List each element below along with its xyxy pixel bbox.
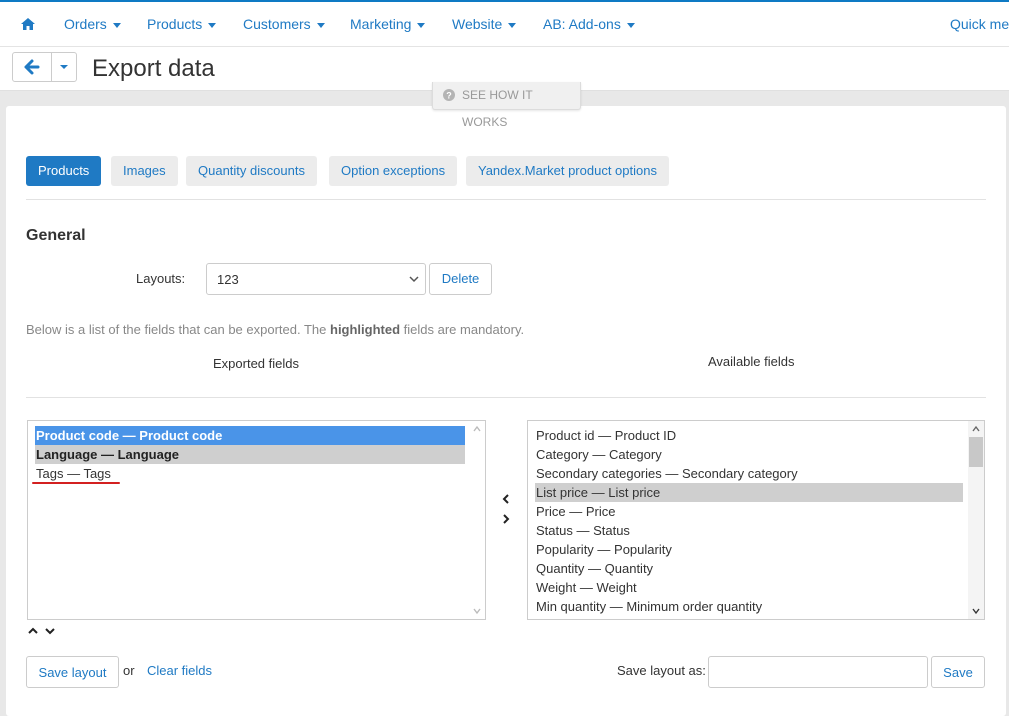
nav-website-label: Website xyxy=(452,16,503,32)
move-down-icon[interactable] xyxy=(44,625,56,637)
clear-fields-link[interactable]: Clear fields xyxy=(147,663,212,678)
chevron-down-icon xyxy=(316,22,325,28)
available-field-min-quantity[interactable]: Min quantity — Minimum order quantity xyxy=(535,597,762,616)
exported-field-language[interactable]: Language — Language xyxy=(35,445,465,464)
see-how-label: SEE HOW IT WORKS xyxy=(462,88,533,129)
divider xyxy=(26,397,986,398)
nav-orders-label: Orders xyxy=(64,16,107,32)
available-field-secondary-categories[interactable]: Secondary categories — Secondary categor… xyxy=(535,464,798,483)
history-dropdown-button[interactable] xyxy=(51,52,77,82)
chevron-down-icon xyxy=(208,22,217,28)
scroll-up-icon[interactable] xyxy=(972,425,980,433)
available-field-price[interactable]: Price — Price xyxy=(535,502,615,521)
scrollbar-thumb[interactable] xyxy=(969,437,983,467)
tab-products[interactable]: Products xyxy=(26,156,102,186)
layouts-select-value: 123 xyxy=(217,272,239,287)
exported-field-tags[interactable]: Tags — Tags xyxy=(35,464,111,483)
available-field-quantity[interactable]: Quantity — Quantity xyxy=(535,559,653,578)
divider xyxy=(26,199,986,200)
available-field-weight[interactable]: Weight — Weight xyxy=(535,578,637,597)
save-button[interactable]: Save xyxy=(931,656,985,688)
help-circle-icon: ? xyxy=(443,89,455,101)
save-layout-button[interactable]: Save layout xyxy=(26,656,119,688)
nav-products-label: Products xyxy=(147,16,203,32)
available-field-list-price[interactable]: List price — List price xyxy=(535,483,963,502)
home-icon[interactable] xyxy=(20,16,36,32)
hint-text-bold: highlighted xyxy=(330,322,401,337)
nav-quick-menu[interactable]: Quick menu xyxy=(950,16,1009,32)
nav-marketing[interactable]: Marketing xyxy=(350,16,426,32)
top-nav: Orders Products Customers Marketing Webs… xyxy=(0,0,1009,47)
tab-quantity-discounts[interactable]: Quantity discounts xyxy=(186,156,317,186)
chevron-down-icon xyxy=(508,22,517,28)
page-title: Export data xyxy=(92,55,215,82)
arrow-left-icon xyxy=(24,59,40,75)
exported-fields-label: Exported fields xyxy=(213,356,299,371)
scrollbar[interactable] xyxy=(968,421,984,619)
chevron-down-icon xyxy=(626,22,635,28)
tab-images[interactable]: Images xyxy=(111,156,178,186)
scroll-up-icon[interactable] xyxy=(473,425,481,433)
available-field-popularity[interactable]: Popularity — Popularity xyxy=(535,540,672,559)
nav-orders[interactable]: Orders xyxy=(64,16,121,32)
hint-text-end: fields are mandatory. xyxy=(400,322,525,337)
available-fields-list[interactable]: Product id — Product ID Category — Categ… xyxy=(527,420,985,620)
layouts-label: Layouts: xyxy=(136,271,186,286)
chevron-down-icon xyxy=(409,276,419,283)
scroll-down-icon[interactable] xyxy=(972,607,980,615)
move-up-icon[interactable] xyxy=(27,625,39,637)
available-field-category[interactable]: Category — Category xyxy=(535,445,662,464)
nav-addons-label: AB: Add-ons xyxy=(543,16,621,32)
available-fields-label: Available fields xyxy=(708,354,795,369)
exported-field-product-code[interactable]: Product code — Product code xyxy=(35,426,465,445)
scrollbar[interactable] xyxy=(469,421,485,619)
see-how-it-works-button[interactable]: ? SEE HOW IT WORKS xyxy=(432,82,581,129)
scroll-down-icon[interactable] xyxy=(473,607,481,615)
layouts-select[interactable]: 123 xyxy=(206,263,426,295)
move-right-icon[interactable] xyxy=(500,513,512,525)
section-heading: General xyxy=(26,227,86,244)
main-panel xyxy=(6,106,1006,716)
nav-marketing-label: Marketing xyxy=(350,16,412,32)
caret-down-icon xyxy=(60,65,68,69)
nav-products[interactable]: Products xyxy=(147,16,217,32)
move-left-icon[interactable] xyxy=(500,493,512,505)
save-layout-as-input[interactable] xyxy=(708,656,928,688)
exported-fields-list[interactable]: Product code — Product code Language — L… xyxy=(27,420,486,620)
nav-addons[interactable]: AB: Add-ons xyxy=(543,16,635,32)
tab-yandex-market[interactable]: Yandex.Market product options xyxy=(466,156,669,186)
chevron-down-icon xyxy=(112,22,121,28)
save-layout-as-label: Save layout as: xyxy=(617,663,706,678)
available-field-status[interactable]: Status — Status xyxy=(535,521,630,540)
mandatory-fields-hint: Below is a list of the fields that can b… xyxy=(26,322,524,337)
available-field-product-id[interactable]: Product id — Product ID xyxy=(535,426,676,445)
svg-text:?: ? xyxy=(446,91,452,101)
delete-layout-button[interactable]: Delete xyxy=(429,263,492,295)
tab-option-exceptions[interactable]: Option exceptions xyxy=(329,156,458,186)
chevron-down-icon xyxy=(417,22,426,28)
hint-text-start: Below is a list of the fields that can b… xyxy=(26,322,330,337)
back-button[interactable] xyxy=(12,52,52,82)
or-text: or xyxy=(123,663,135,678)
nav-customers[interactable]: Customers xyxy=(243,16,325,32)
nav-website[interactable]: Website xyxy=(452,16,517,32)
nav-customers-label: Customers xyxy=(243,16,311,32)
annotation-underline xyxy=(32,482,120,484)
